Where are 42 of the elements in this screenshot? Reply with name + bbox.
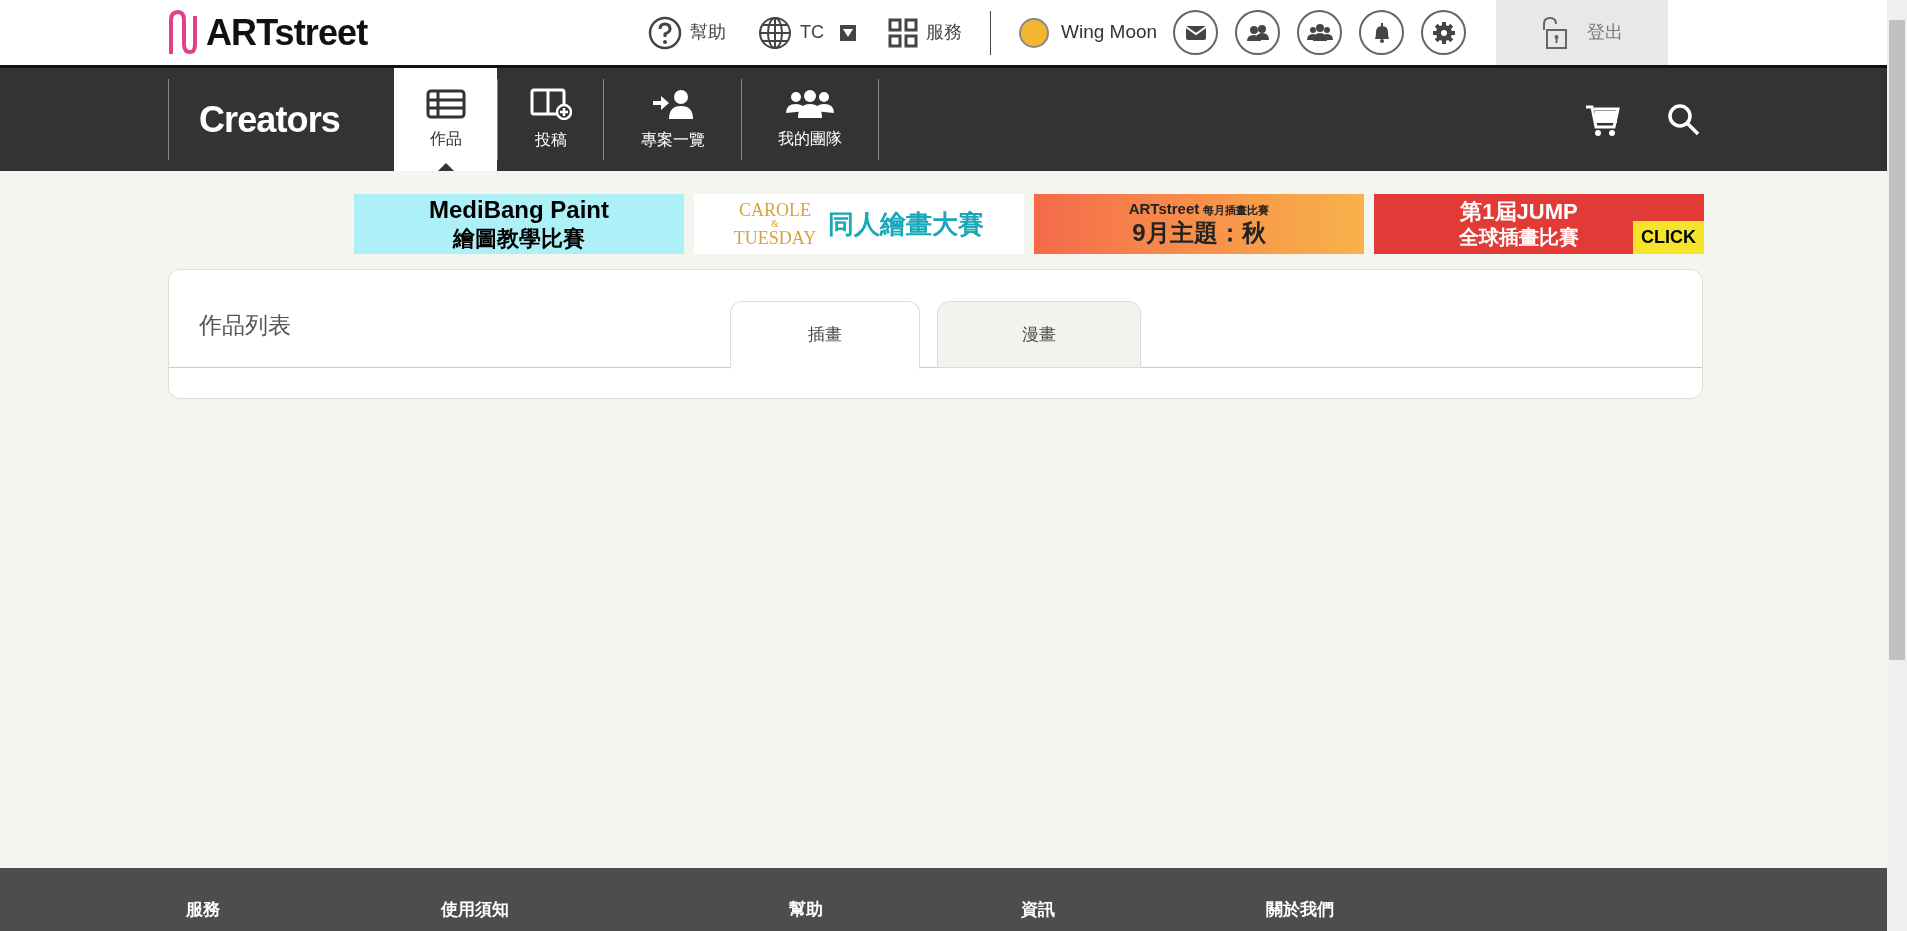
footer-heading: 關於我們 bbox=[1266, 899, 1335, 921]
banner[interactable]: ARTstreet 每月插畫比賽 9月主題：秋 bbox=[1034, 194, 1364, 254]
footer-heading: 服務 bbox=[186, 899, 221, 921]
friends-icon[interactable] bbox=[1235, 10, 1281, 55]
scrollbar[interactable] bbox=[1887, 0, 1907, 931]
add-panel-icon bbox=[529, 87, 572, 120]
join-person-icon bbox=[650, 87, 695, 120]
settings-icon[interactable] bbox=[1421, 10, 1467, 55]
footer-heading: 資訊 bbox=[1021, 899, 1056, 921]
scrollbar-thumb[interactable] bbox=[1889, 20, 1905, 660]
footer-heading: 使用須知 bbox=[441, 899, 510, 921]
dropdown-icon bbox=[840, 24, 856, 41]
grid-icon bbox=[888, 17, 918, 48]
search-icon[interactable] bbox=[1667, 102, 1701, 137]
panel-title: 作品列表 bbox=[199, 311, 291, 340]
globe-icon bbox=[758, 15, 792, 50]
header-link[interactable]: 服務 bbox=[888, 17, 962, 48]
footer-heading: 幫助 bbox=[789, 899, 824, 921]
logout-button[interactable]: 登出 bbox=[1496, 0, 1669, 65]
category-tab[interactable]: 插畫 bbox=[730, 301, 920, 369]
nav-tab[interactable]: 投稿 bbox=[498, 68, 603, 171]
unlock-icon bbox=[1541, 15, 1568, 50]
team-icon bbox=[784, 88, 836, 119]
nav-tab[interactable]: 作品 bbox=[394, 68, 497, 171]
pointer-icon bbox=[437, 163, 454, 171]
help-icon bbox=[648, 15, 682, 50]
mail-icon[interactable] bbox=[1173, 10, 1219, 55]
user-name[interactable]: Wing Moon bbox=[1061, 18, 1158, 47]
nav-tab[interactable]: 專案一覽 bbox=[604, 68, 741, 171]
bell-icon[interactable] bbox=[1359, 10, 1405, 55]
section-title: Creators bbox=[198, 97, 341, 142]
group-icon[interactable] bbox=[1297, 10, 1343, 55]
language-selector[interactable]: TC bbox=[758, 15, 856, 50]
category-tab[interactable]: 漫畫 bbox=[937, 301, 1141, 368]
logo-text[interactable]: ARTstreet bbox=[206, 5, 368, 60]
banner[interactable]: MediBang Paint 繪圖教學比賽 bbox=[354, 194, 684, 254]
nav-tab[interactable]: 我的團隊 bbox=[742, 68, 878, 171]
logo-icon bbox=[168, 9, 198, 56]
list-icon bbox=[425, 88, 466, 119]
banner[interactable]: 第1屆JUMP 全球插畫比賽 CLICK bbox=[1374, 194, 1704, 254]
user-avatar[interactable] bbox=[1019, 17, 1049, 48]
header-link[interactable]: 幫助 bbox=[648, 15, 726, 50]
